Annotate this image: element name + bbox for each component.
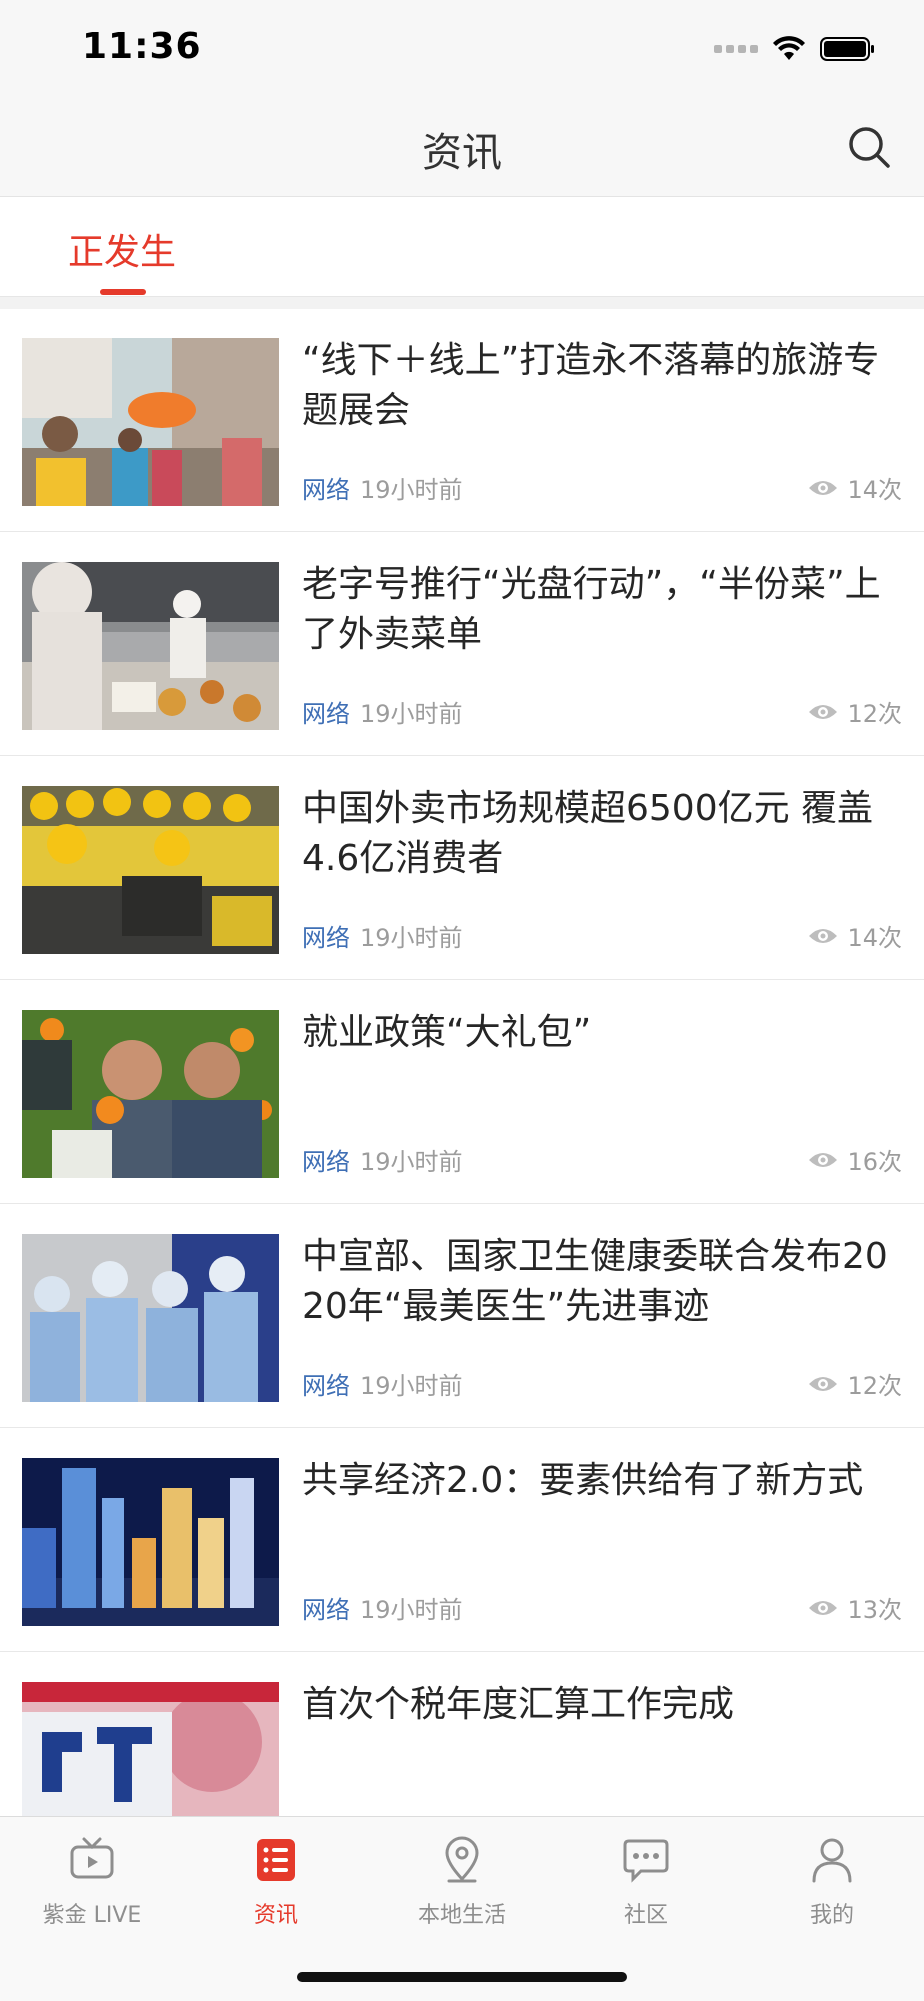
tv-icon xyxy=(70,1837,114,1879)
view-count: 12次 xyxy=(807,1366,902,1401)
eye-icon xyxy=(809,928,838,943)
news-list: “线下＋线上”打造永不落幕的旅游专题展会 网络 19小时前 14次 老字号推行“… xyxy=(0,308,924,1816)
eye-icon xyxy=(809,1152,838,1167)
tab-zhengfasheng[interactable]: 正发生 xyxy=(68,223,176,275)
news-source[interactable]: 网络 xyxy=(302,700,350,728)
location-pin-icon xyxy=(445,1836,479,1883)
news-time: 19小时前 xyxy=(360,700,463,728)
category-tabs: 正发生 xyxy=(0,197,924,295)
battery-icon xyxy=(820,37,874,61)
tab-label: 本地生活 xyxy=(417,1903,506,1928)
news-source[interactable]: 网络 xyxy=(302,1372,350,1400)
tab-community[interactable]: 社区 xyxy=(566,1835,726,1929)
news-title: 老字号推行“光盘行动”，“半份菜”上了外卖菜单 xyxy=(302,564,881,655)
news-time: 19小时前 xyxy=(360,924,463,952)
news-thumbnail xyxy=(22,786,279,954)
news-thumbnail xyxy=(22,338,279,506)
view-count: 14次 xyxy=(807,470,902,505)
news-title: “线下＋线上”打造永不落幕的旅游专题展会 xyxy=(302,340,880,431)
chat-bubble-icon xyxy=(623,1839,669,1883)
news-item[interactable]: 中宣部、国家卫生健康委联合发布2020年“最美医生”先进事迹 网络 19小时前 1… xyxy=(0,1204,924,1428)
search-button[interactable] xyxy=(844,122,894,172)
tab-news[interactable]: 资讯 xyxy=(196,1835,356,1929)
news-time: 19小时前 xyxy=(360,476,463,504)
tab-label: 紫金 LIVE xyxy=(42,1903,142,1928)
news-thumbnail xyxy=(22,1010,279,1178)
person-icon xyxy=(812,1838,852,1883)
news-thumbnail xyxy=(22,1458,279,1626)
view-count-label: 12次 xyxy=(847,1372,902,1400)
news-item[interactable]: 共享经济2.0：要素供给有了新方式 网络 19小时前 13次 xyxy=(0,1428,924,1652)
tab-zijin-live[interactable]: 紫金 LIVE xyxy=(12,1835,172,1929)
wifi-icon xyxy=(773,36,805,60)
view-count-label: 12次 xyxy=(847,700,902,728)
cellular-signal-icon xyxy=(714,45,758,53)
news-meta: 网络 19小时前 13次 xyxy=(302,1590,902,1624)
news-meta: 网络 19小时前 14次 xyxy=(302,470,902,504)
news-item[interactable]: 首次个税年度汇算工作完成 xyxy=(0,1652,924,1816)
news-source[interactable]: 网络 xyxy=(302,476,350,504)
news-source[interactable]: 网络 xyxy=(302,1148,350,1176)
news-item[interactable]: 老字号推行“光盘行动”，“半份菜”上了外卖菜单 网络 19小时前 12次 xyxy=(0,532,924,756)
news-item[interactable]: 中国外卖市场规模超6500亿元 覆盖4.6亿消费者 网络 19小时前 14次 xyxy=(0,756,924,980)
news-meta: 网络 19小时前 16次 xyxy=(302,1142,902,1176)
news-title: 就业政策“大礼包” xyxy=(302,1012,592,1053)
eye-icon xyxy=(809,1376,838,1391)
news-source[interactable]: 网络 xyxy=(302,924,350,952)
news-title: 共享经济2.0：要素供给有了新方式 xyxy=(302,1460,864,1501)
view-count: 12次 xyxy=(807,694,902,729)
news-title: 中国外卖市场规模超6500亿元 覆盖4.6亿消费者 xyxy=(302,788,874,879)
status-time: 11:36 xyxy=(82,26,202,67)
view-count-label: 14次 xyxy=(847,476,902,504)
home-indicator[interactable] xyxy=(297,1972,627,1982)
status-icons xyxy=(714,34,876,64)
news-meta: 网络 19小时前 14次 xyxy=(302,918,902,952)
active-tab-indicator xyxy=(100,289,146,295)
tab-label: 我的 xyxy=(809,1903,854,1928)
nav-bar: 资讯 xyxy=(0,100,924,197)
eye-icon xyxy=(809,1600,838,1615)
eye-icon xyxy=(809,704,838,719)
news-time: 19小时前 xyxy=(360,1596,463,1624)
page-title: 资讯 xyxy=(422,130,502,176)
eye-icon xyxy=(809,480,838,495)
news-thumbnail xyxy=(22,1682,279,1816)
view-count-label: 13次 xyxy=(847,1596,902,1624)
news-item[interactable]: 就业政策“大礼包” 网络 19小时前 16次 xyxy=(0,980,924,1204)
news-list-icon xyxy=(257,1839,295,1881)
news-meta: 网络 19小时前 12次 xyxy=(302,1366,902,1400)
search-icon xyxy=(849,127,890,168)
view-count-label: 16次 xyxy=(847,1148,902,1176)
news-meta: 网络 19小时前 12次 xyxy=(302,694,902,728)
news-title: 中宣部、国家卫生健康委联合发布2020年“最美医生”先进事迹 xyxy=(302,1236,888,1327)
news-thumbnail xyxy=(22,1234,279,1402)
news-time: 19小时前 xyxy=(360,1372,463,1400)
tab-label: 资讯 xyxy=(253,1903,298,1928)
news-item[interactable]: “线下＋线上”打造永不落幕的旅游专题展会 网络 19小时前 14次 xyxy=(0,308,924,532)
view-count: 14次 xyxy=(807,918,902,953)
view-count-label: 14次 xyxy=(847,924,902,952)
news-time: 19小时前 xyxy=(360,1148,463,1176)
tab-label: 社区 xyxy=(623,1903,668,1928)
tab-mine[interactable]: 我的 xyxy=(752,1835,912,1929)
status-bar: 11:36 xyxy=(0,0,924,100)
news-source[interactable]: 网络 xyxy=(302,1596,350,1624)
news-title: 首次个税年度汇算工作完成 xyxy=(302,1684,735,1725)
tab-local-life[interactable]: 本地生活 xyxy=(382,1835,542,1929)
news-thumbnail xyxy=(22,562,279,730)
view-count: 13次 xyxy=(807,1590,902,1625)
view-count: 16次 xyxy=(807,1142,902,1177)
